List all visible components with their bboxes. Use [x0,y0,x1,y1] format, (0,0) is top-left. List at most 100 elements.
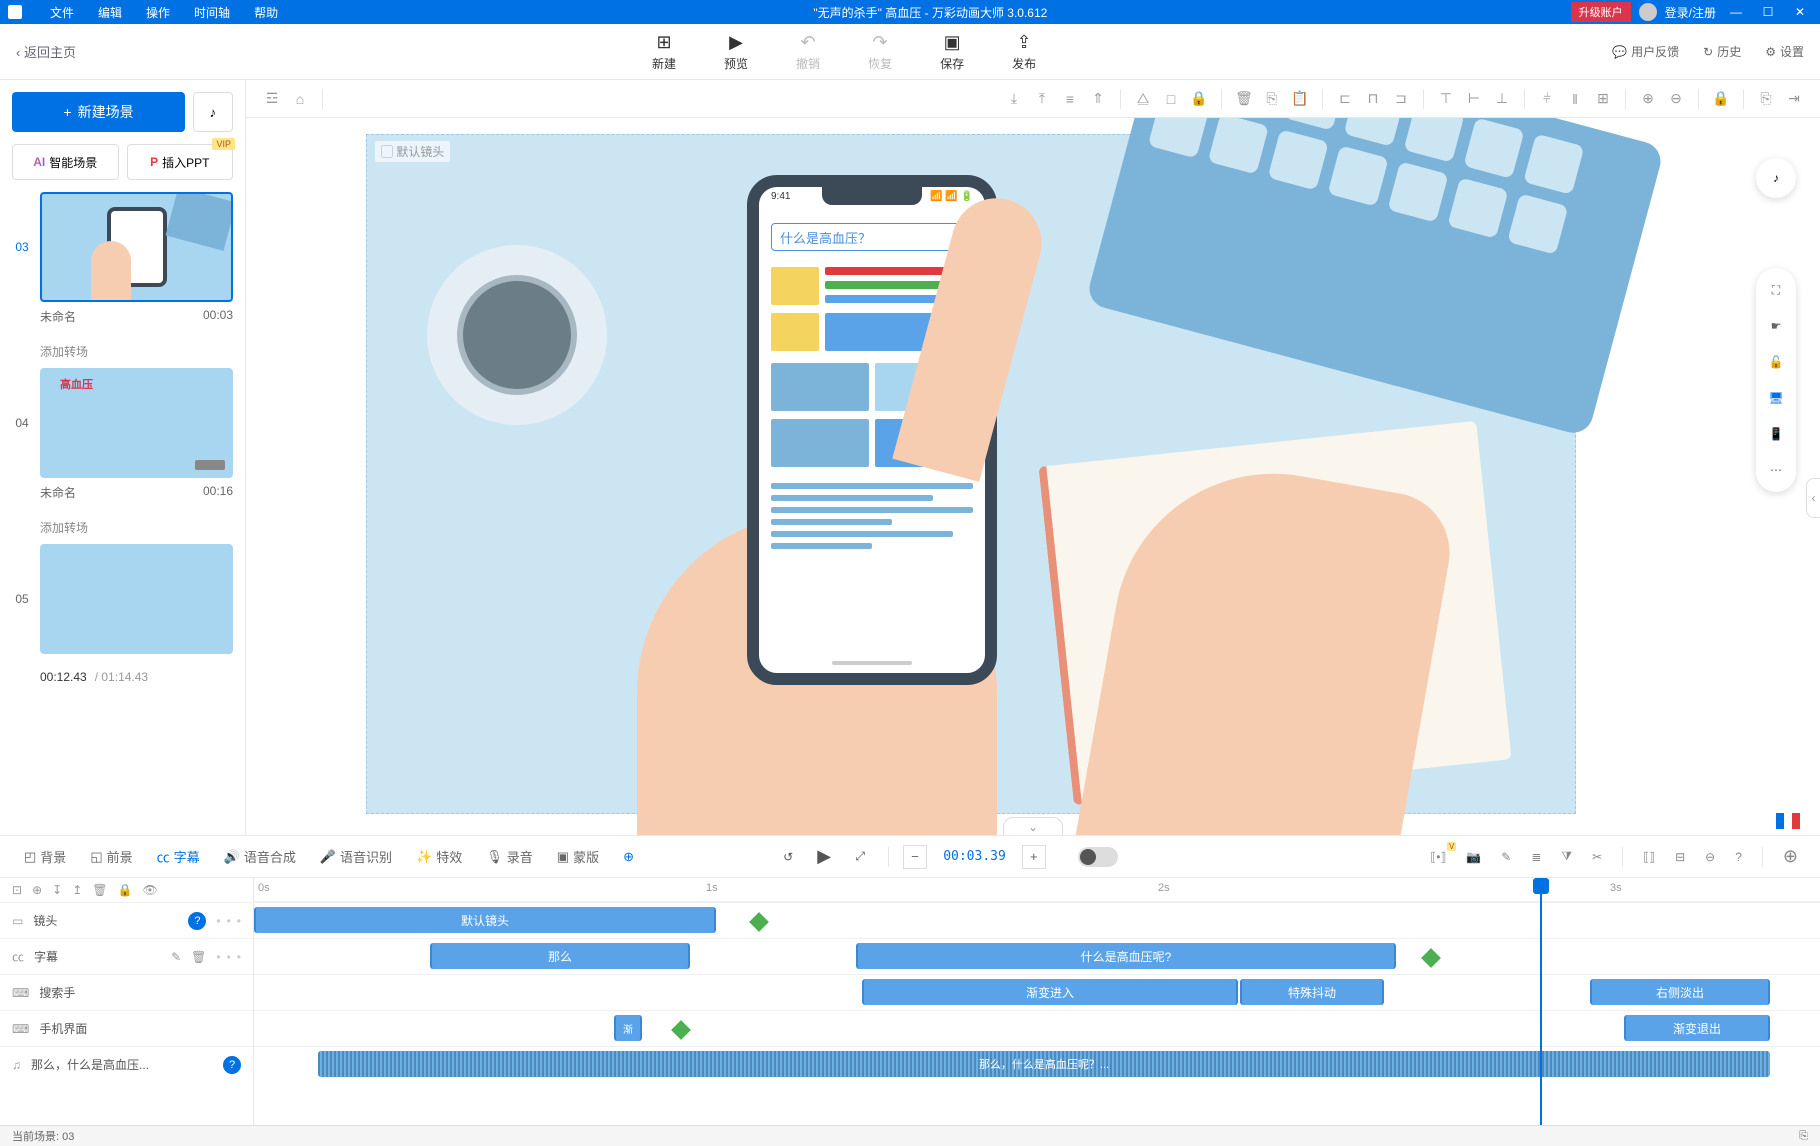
scene-item-03[interactable]: 03 未命名 00:03 [12,192,233,331]
tab-background[interactable]: ◰背景 [16,847,74,866]
track-row-hand[interactable]: 渐变进入 特殊抖动 右侧淡出 [254,974,1820,1010]
track-row-subtitle[interactable]: 那么 什么是高血压呢? [254,938,1820,974]
tab-effect[interactable]: ✨特效 [408,847,470,866]
tab-more[interactable]: ⊕ [615,849,642,865]
export-icon[interactable]: ⇥ [1784,89,1804,109]
scene-music-button[interactable]: ♪ [193,92,233,132]
scene-thumbnail[interactable]: 高血压 [40,368,233,478]
keyframe[interactable] [1421,948,1441,968]
ruler[interactable]: 0s 1s 2s 3s [254,878,1820,902]
save-button[interactable]: ▣保存 [940,32,964,72]
align-l-icon[interactable]: ⊏ [1335,89,1355,109]
track-camera[interactable]: ▭ 镜头 ? ••• [0,902,253,938]
history-link[interactable]: ↻历史 [1703,43,1741,60]
new-scene-button[interactable]: +新建场景 [12,92,185,132]
rewind-button[interactable]: ↺ [774,843,802,871]
add-keyframe-icon[interactable]: ⊕ [32,883,42,897]
align-b2-icon[interactable]: ⊥ [1492,89,1512,109]
time-minus-button[interactable]: − [903,845,927,869]
keyframe[interactable] [749,912,769,932]
grid-toggle-icon[interactable]: ⊞ [1593,89,1613,109]
redo-button[interactable]: ↷恢复 [868,32,892,72]
pointer-icon[interactable]: ☛ [1766,316,1786,336]
delete-key-icon[interactable]: 🗑 [92,883,107,897]
tab-foreground[interactable]: ◱前景 [82,847,140,866]
smart-scene-button[interactable]: AI智能场景 [12,144,119,180]
align-up-icon[interactable]: ⇑ [1088,89,1108,109]
scene-item-05[interactable]: 05 [12,544,233,654]
menu-file[interactable]: 文件 [38,4,86,21]
clip-fadeout-r[interactable]: 右侧淡出 [1590,979,1770,1005]
lock2-icon[interactable]: 🔒 [1711,89,1731,109]
track-phone[interactable]: ⌨ 手机界面 [0,1010,253,1046]
menu-operate[interactable]: 操作 [134,4,182,21]
align-top-icon[interactable]: ⤒ [1032,89,1052,109]
split-tool-icon[interactable]: ⊟ [1669,850,1691,864]
minimize-button[interactable]: — [1724,5,1748,19]
zoom-in-icon[interactable]: ⊕ [1638,89,1658,109]
right-panel-handle[interactable]: ‹ [1806,478,1820,518]
close-button[interactable]: ✕ [1788,5,1812,19]
more-icon[interactable]: ⋯ [1766,460,1786,480]
clip-special[interactable]: 特殊抖动 [1240,979,1384,1005]
home-icon[interactable]: ⌂ [290,89,310,109]
next-key-icon[interactable]: ↥ [72,883,82,897]
arrange-icon[interactable]: ☲ [262,89,282,109]
dist-v-icon[interactable]: ‖ [1565,89,1585,109]
align-mid-icon[interactable]: ≡ [1060,89,1080,109]
fullscreen-play-button[interactable]: ⤢ [846,843,874,871]
desktop-icon[interactable]: 🖥 [1766,388,1786,408]
align-m2-icon[interactable]: ⊢ [1464,89,1484,109]
tab-record[interactable]: 🎙录音 [478,847,541,866]
scene-thumbnail[interactable] [40,192,233,302]
cut-tool-icon[interactable]: ✂ [1586,850,1608,864]
mobile-icon[interactable]: 📱 [1766,424,1786,444]
help-icon[interactable]: ? [188,912,206,930]
tab-asr[interactable]: 🎤语音识别 [312,847,400,866]
bottom-panel-handle[interactable]: ⌄ [1003,817,1063,835]
track-row-phone[interactable]: 渐 渐变退出 [254,1010,1820,1046]
track-subtitle[interactable]: ㏄ 字幕 ✎ 🗑 ••• [0,938,253,974]
copy-icon[interactable]: ⎘ [1262,89,1282,109]
trash-icon[interactable]: 🗑 [191,950,206,964]
remove-tool-icon[interactable]: ⊖ [1699,850,1721,864]
menu-edit[interactable]: 编辑 [86,4,134,21]
settings-link[interactable]: ⚙设置 [1765,43,1804,60]
login-link[interactable]: 登录/注册 [1665,4,1716,21]
visible-icon[interactable]: 👁 [142,883,157,897]
add-track-button[interactable]: ⊕ [1777,846,1804,867]
publish-button[interactable]: ⇪发布 [1012,32,1036,72]
flip-h-icon[interactable]: ⧋ [1133,89,1153,109]
safe-area-toggle[interactable] [1776,813,1800,829]
menu-help[interactable]: 帮助 [242,4,290,21]
copy2-icon[interactable]: ⎘ [1756,89,1776,109]
avatar-icon[interactable] [1639,3,1657,21]
tab-mask[interactable]: ▣蒙版 [549,847,607,866]
track-audio[interactable]: ♫ 那么，什么是高血压... ? [0,1046,253,1082]
lock-track-icon[interactable]: 🔒 [117,883,132,897]
canvas-viewport[interactable]: ▢ 默认镜头 9:41📶 📶 🔋 什么是高血压？ [246,118,1820,835]
play-button[interactable]: ▶ [810,843,838,871]
prev-key-icon[interactable]: ↧ [52,883,62,897]
canvas-stage[interactable]: ▢ 默认镜头 9:41📶 📶 🔋 什么是高血压？ [366,134,1576,814]
menu-timeline[interactable]: 时间轴 [182,4,242,21]
dist-h-icon[interactable]: ⫩ [1537,89,1557,109]
clip-sub2[interactable]: 什么是高血压呢? [856,943,1396,969]
scene-thumbnail[interactable] [40,544,233,654]
float-music-button[interactable]: ♪ [1756,158,1796,198]
upgrade-button[interactable]: 升级账户 [1571,2,1631,22]
camera-tool-icon[interactable]: 📷 [1460,850,1487,864]
tab-subtitle[interactable]: ㏄字幕 [149,847,208,866]
layers-tool-icon[interactable]: ≣ [1525,850,1547,864]
time-plus-button[interactable]: + [1022,845,1046,869]
playhead[interactable] [1540,878,1542,1125]
delete-icon[interactable]: 🗑 [1234,89,1254,109]
clip-default-shot[interactable]: 默认镜头 [254,907,716,933]
preview-button[interactable]: ▶预览 [724,32,748,72]
add-transition-link[interactable]: 添加转场 [12,515,233,544]
paste-icon[interactable]: 📋 [1290,89,1310,109]
filter-tool-icon[interactable]: ⧩ [1555,849,1578,864]
align-t2-icon[interactable]: ⊤ [1436,89,1456,109]
status-copy-icon[interactable]: ⎘ [1799,1130,1808,1143]
maximize-button[interactable]: ☐ [1756,5,1780,19]
